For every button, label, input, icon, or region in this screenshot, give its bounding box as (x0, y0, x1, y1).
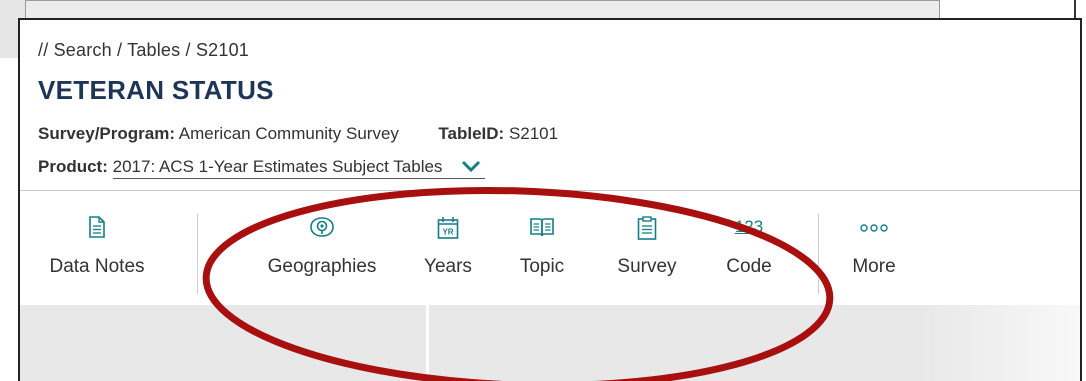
chevron-down-icon[interactable] (461, 158, 481, 178)
survey-value: American Community Survey (178, 124, 399, 143)
data-notes-label: Data Notes (49, 256, 145, 277)
code-icon-text: 123 (734, 217, 764, 236)
code-label: Code (726, 256, 772, 277)
calendar-icon-text: YR (442, 228, 453, 237)
more-icon (846, 216, 902, 246)
topic-label: Topic (519, 256, 565, 277)
table-content-fade (920, 305, 1080, 381)
background-window-border (1074, 0, 1076, 20)
toolbar-separator (197, 214, 198, 294)
table-header-card: // Search / Tables / S2101 VETERAN STATU… (18, 18, 1082, 381)
years-label: Years (424, 256, 472, 277)
more-label: More (852, 256, 896, 277)
book-icon (512, 216, 572, 246)
table-column-divider (426, 305, 429, 381)
tableid-label: TableID: (438, 124, 505, 143)
geographies-button[interactable]: Geographies (254, 216, 390, 278)
survey-label: Survey/Program: (38, 124, 175, 143)
product-meta: Product: 2017: ACS 1-Year Estimates Subj… (38, 157, 486, 179)
page-title: VETERAN STATUS (38, 75, 274, 105)
breadcrumb[interactable]: // Search / Tables / S2101 (38, 40, 249, 61)
product-value: 2017: ACS 1-Year Estimates Subject Table… (112, 157, 443, 176)
code-button[interactable]: 123 Code (718, 216, 780, 278)
toolbar-separator (818, 214, 819, 294)
clipboard-icon (606, 216, 688, 246)
survey-meta: Survey/Program: American Community Surve… (38, 124, 558, 144)
topic-button[interactable]: Topic (512, 216, 572, 278)
code-icon: 123 (718, 216, 780, 246)
calendar-icon: YR (418, 216, 478, 246)
survey-label: Survey (617, 256, 677, 277)
years-button[interactable]: YR Years (418, 216, 478, 278)
more-button[interactable]: More (846, 216, 902, 278)
product-label: Product: (38, 157, 108, 176)
geographies-label: Geographies (267, 256, 377, 277)
location-icon (254, 216, 390, 246)
document-icon (38, 216, 156, 246)
product-dropdown[interactable]: 2017: ACS 1-Year Estimates Subject Table… (112, 157, 486, 179)
header-divider (20, 190, 1080, 191)
tableid-value: S2101 (508, 124, 559, 143)
survey-button[interactable]: Survey (606, 216, 688, 278)
data-notes-button[interactable]: Data Notes (38, 216, 156, 278)
